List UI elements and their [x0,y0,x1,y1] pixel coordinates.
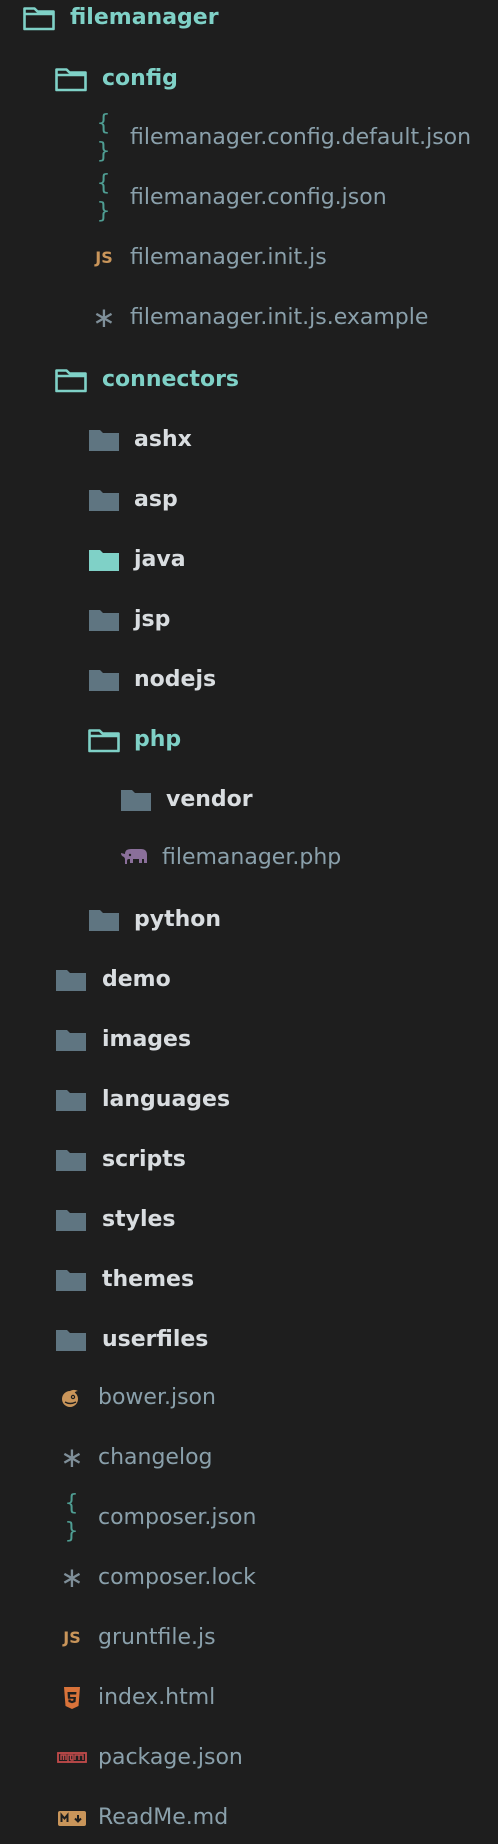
tree-item-label: filemanager.init.js [130,245,327,270]
tree-item-languages[interactable]: languages [0,1070,498,1130]
folder-highlight-icon [87,546,121,574]
folder-icon [54,1146,88,1174]
tree-item-bower-json[interactable]: bower.json [0,1368,498,1428]
folder-icon [54,1206,88,1234]
tree-item-gruntfile-js[interactable]: JS gruntfile.js [0,1608,498,1668]
tree-item-label: changelog [98,1445,213,1470]
tree-item-label: nodejs [134,667,217,692]
php-elephant-icon [119,844,153,872]
tree-item-label: java [134,547,186,572]
tree-item-label: gruntfile.js [98,1625,216,1650]
markdown-icon [55,1804,89,1832]
folder-open-icon [54,65,88,93]
tree-item-label: package.json [98,1745,243,1770]
tree-item-label: ashx [134,427,192,452]
tree-item-label: vendor [166,787,253,812]
folder-icon [87,666,121,694]
tree-item-label: filemanager.config.json [130,185,387,210]
folder-icon [87,906,121,934]
tree-item-label: php [134,727,182,752]
tree-item-label: languages [102,1087,231,1112]
tree-item-styles[interactable]: styles [0,1190,498,1250]
javascript-icon: JS [63,1628,81,1647]
tree-item-nodejs[interactable]: nodejs [0,650,498,710]
json-icon: { } [96,171,112,224]
folder-icon [87,426,121,454]
tree-item-asp[interactable]: asp [0,470,498,530]
folder-icon [54,1026,88,1054]
npm-icon [55,1744,89,1772]
bower-icon [55,1384,89,1412]
tree-item-label: connectors [102,367,240,392]
folder-open-icon [22,4,56,32]
tree-item-label: python [134,907,222,932]
tree-item-label: asp [134,487,178,512]
tree-item-ashx[interactable]: ashx [0,410,498,470]
folder-open-icon [87,726,121,754]
tree-item-label: demo [102,967,171,992]
tree-item-filemanager-config-json[interactable]: { } filemanager.config.json [0,168,498,228]
tree-item-label: filemanager.php [162,845,342,870]
tree-item-label: composer.lock [98,1565,256,1590]
tree-item-composer-json[interactable]: { } composer.json [0,1488,498,1548]
tree-item-label: filemanager.init.js.example [130,305,429,330]
asterisk-icon: ∗ [60,1561,84,1594]
tree-item-label: index.html [98,1685,216,1710]
tree-item-label: scripts [102,1147,186,1172]
file-tree: filemanager config { } filemanager.confi… [0,0,498,1844]
tree-item-label: filemanager [70,5,219,30]
tree-item-readme-md[interactable]: ReadMe.md [0,1788,498,1844]
tree-item-label: filemanager.config.default.json [130,125,472,150]
tree-item-label: themes [102,1267,195,1292]
tree-item-jsp[interactable]: jsp [0,590,498,650]
folder-icon [54,1266,88,1294]
tree-item-images[interactable]: images [0,1010,498,1070]
tree-item-label: images [102,1027,192,1052]
folder-icon [54,1326,88,1354]
tree-item-filemanager-php[interactable]: filemanager.php [0,828,498,888]
json-icon: { } [64,1491,80,1544]
tree-item-label: bower.json [98,1385,216,1410]
folder-icon [54,1086,88,1114]
javascript-icon: JS [95,248,113,267]
tree-item-connectors[interactable]: connectors [0,350,498,410]
tree-item-filemanager-init-js[interactable]: JS filemanager.init.js [0,228,498,288]
asterisk-icon: ∗ [60,1441,84,1474]
tree-item-php[interactable]: php [0,710,498,770]
tree-item-label: userfiles [102,1327,209,1352]
tree-item-filemanager-config-default-json[interactable]: { } filemanager.config.default.json [0,108,498,168]
folder-icon [119,786,153,814]
tree-item-java[interactable]: java [0,530,498,590]
tree-item-python[interactable]: python [0,890,498,950]
tree-item-themes[interactable]: themes [0,1250,498,1310]
html5-icon [55,1684,89,1712]
tree-item-demo[interactable]: demo [0,950,498,1010]
tree-item-scripts[interactable]: scripts [0,1130,498,1190]
tree-item-label: composer.json [98,1505,257,1530]
tree-item-userfiles[interactable]: userfiles [0,1310,498,1370]
tree-item-composer-lock[interactable]: ∗ composer.lock [0,1548,498,1608]
tree-item-vendor[interactable]: vendor [0,770,498,830]
tree-item-label: styles [102,1207,176,1232]
tree-item-label: jsp [134,607,171,632]
tree-item-label: ReadMe.md [98,1805,229,1830]
folder-icon [87,606,121,634]
json-icon: { } [96,111,112,164]
folder-icon [87,486,121,514]
asterisk-icon: ∗ [92,301,116,334]
tree-item-changelog[interactable]: ∗ changelog [0,1428,498,1488]
tree-item-filemanager-init-js-example[interactable]: ∗ filemanager.init.js.example [0,288,498,348]
tree-item-label: config [102,66,178,91]
tree-item-filemanager[interactable]: filemanager [0,0,498,48]
folder-icon [54,966,88,994]
tree-item-package-json[interactable]: package.json [0,1728,498,1788]
tree-item-index-html[interactable]: index.html [0,1668,498,1728]
tree-item-config[interactable]: config [0,49,498,109]
folder-open-icon [54,366,88,394]
